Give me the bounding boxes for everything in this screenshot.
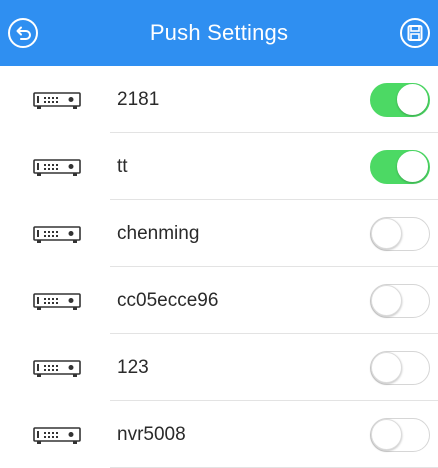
toggle-knob[interactable]: [371, 418, 402, 450]
device-row: cc05ecce96: [0, 267, 438, 334]
header-bar: Push Settings: [0, 0, 438, 66]
device-name: nvr5008: [117, 423, 186, 445]
dvr-device-icon: [33, 358, 81, 378]
dvr-device-icon: [33, 157, 81, 177]
push-toggle[interactable]: [370, 216, 430, 251]
back-button[interactable]: [7, 17, 39, 49]
device-row: tt: [0, 133, 438, 200]
device-row: 123: [0, 334, 438, 401]
toggle-knob[interactable]: [371, 217, 402, 249]
save-icon: [400, 18, 430, 48]
toggle-knob[interactable]: [397, 150, 428, 182]
device-list: 2181 tt chenming cc05ecce96 123 nvr5008: [0, 66, 438, 468]
push-toggle[interactable]: [370, 82, 430, 117]
page-title: Push Settings: [149, 20, 289, 45]
device-row: chenming: [0, 200, 438, 267]
push-toggle[interactable]: [370, 149, 430, 184]
dvr-device-icon: [33, 224, 81, 244]
toggle-knob[interactable]: [397, 83, 428, 115]
push-toggle[interactable]: [370, 417, 430, 452]
toggle-knob[interactable]: [371, 351, 402, 383]
device-name: 2181: [117, 88, 160, 110]
toggle-knob[interactable]: [371, 284, 402, 316]
push-toggle[interactable]: [370, 350, 430, 385]
device-name: chenming: [117, 222, 200, 244]
device-name: cc05ecce96: [117, 289, 219, 311]
dvr-device-icon: [33, 90, 81, 110]
device-row: 2181: [0, 66, 438, 133]
device-name: 123: [117, 356, 149, 378]
dvr-device-icon: [33, 425, 81, 445]
device-name: tt: [117, 155, 128, 177]
dvr-device-icon: [33, 291, 81, 311]
back-arrow-icon: [8, 18, 38, 48]
save-button[interactable]: [399, 17, 431, 49]
push-toggle[interactable]: [370, 283, 430, 318]
